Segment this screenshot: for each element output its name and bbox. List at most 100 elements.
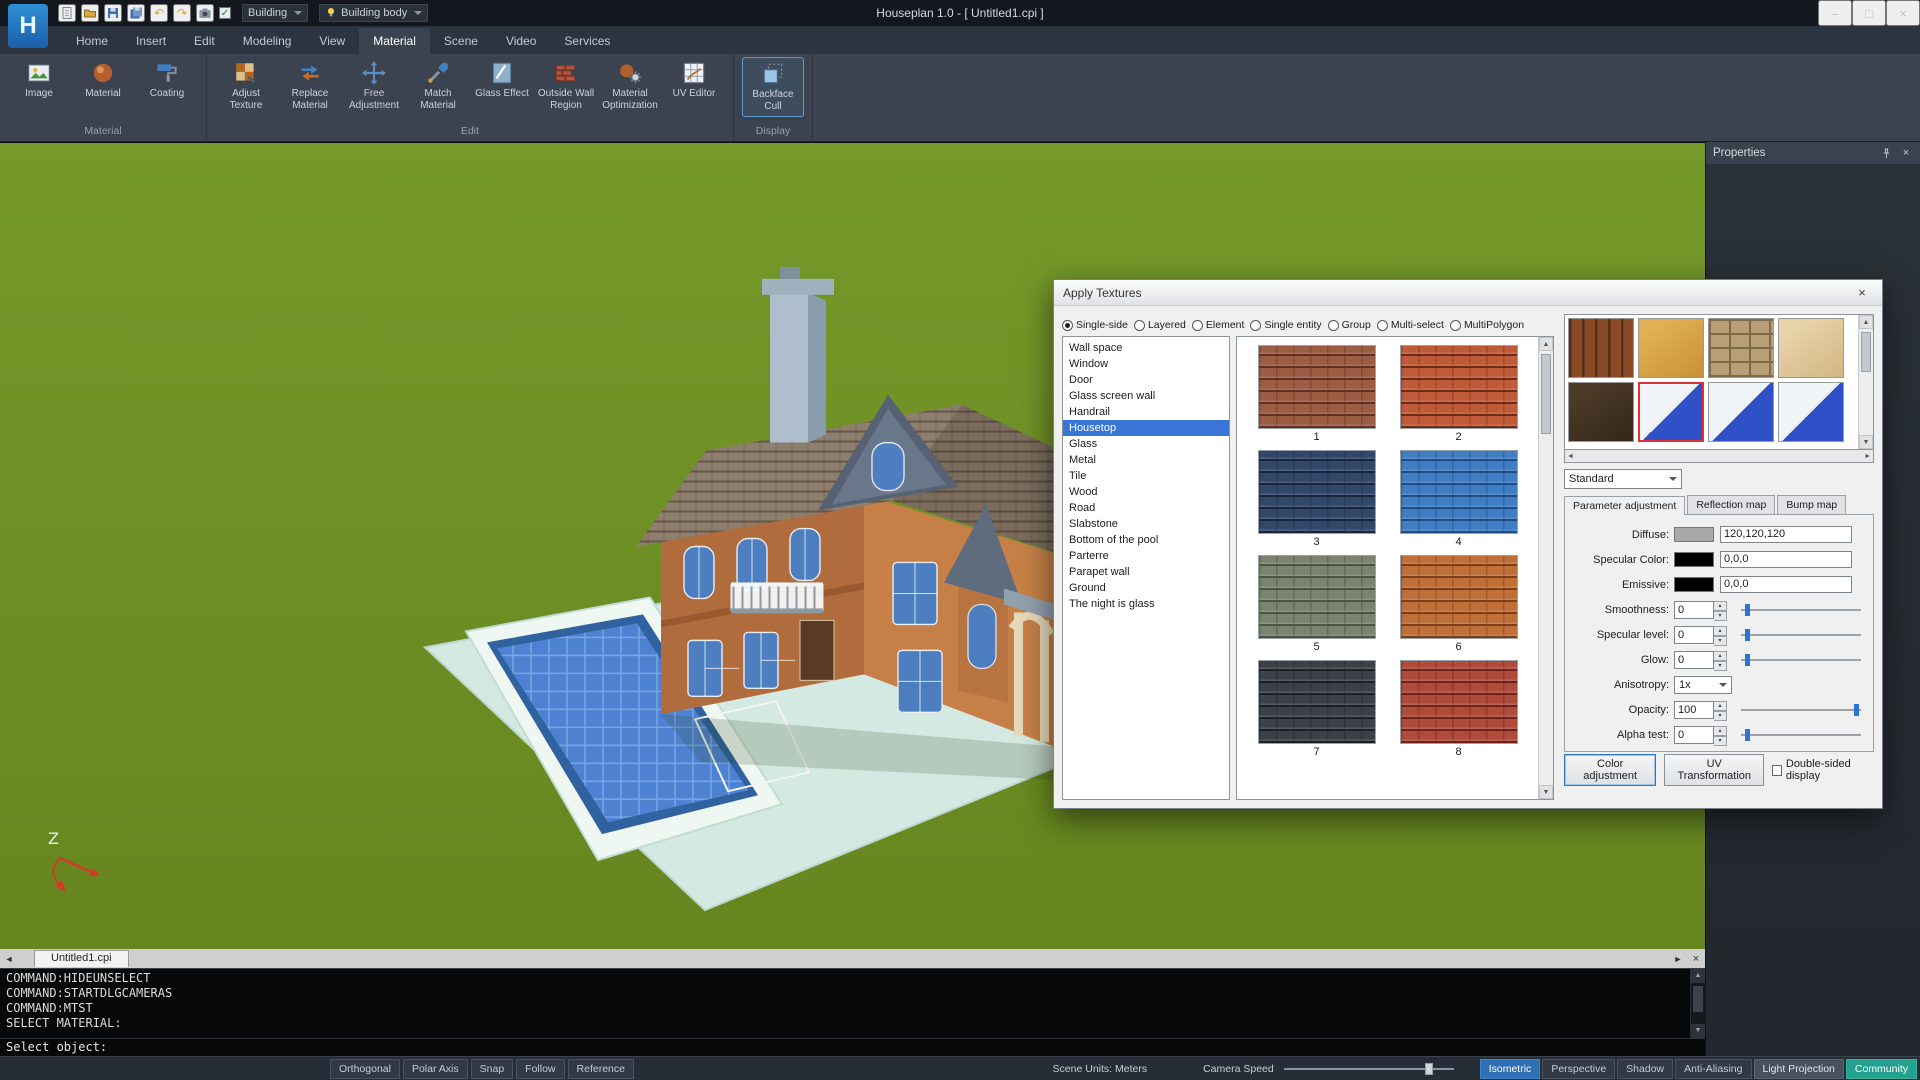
category-item[interactable]: Metal	[1063, 452, 1229, 468]
category-item[interactable]: The night is glass	[1063, 596, 1229, 612]
save-all-icon[interactable]	[127, 4, 145, 22]
new-file-icon[interactable]	[58, 4, 76, 22]
scroll-thumb[interactable]	[1693, 986, 1703, 1012]
ribbon-tab[interactable]: Insert	[122, 28, 180, 54]
app-logo[interactable]: H	[8, 4, 48, 48]
redo-icon[interactable]: ↷	[173, 4, 191, 22]
status-toggle-button[interactable]: Orthogonal	[330, 1059, 400, 1079]
building-layer-select[interactable]: Building	[242, 4, 308, 22]
category-item[interactable]: Parapet wall	[1063, 564, 1229, 580]
texture-thumbnail[interactable]: 2	[1397, 345, 1521, 446]
material-optimization-button[interactable]: Material Optimization	[599, 57, 661, 115]
diffuse-value-field[interactable]: 120,120,120	[1720, 526, 1852, 543]
spinner[interactable]: ▴▾	[1714, 601, 1727, 619]
scroll-thumb[interactable]	[1541, 354, 1551, 434]
spinner[interactable]: ▴▾	[1714, 626, 1727, 644]
parameter-tab[interactable]: Bump map	[1777, 495, 1846, 514]
category-item[interactable]: Wood	[1063, 484, 1229, 500]
pin-icon[interactable]	[1879, 146, 1893, 160]
texture-thumbnail[interactable]: 1	[1255, 345, 1379, 446]
texture-thumbnail[interactable]: 3	[1255, 450, 1379, 551]
command-prompt[interactable]: Select object:	[0, 1038, 1705, 1056]
category-item[interactable]: Glass screen wall	[1063, 388, 1229, 404]
ribbon-tab[interactable]: Home	[62, 28, 122, 54]
ribbon-tab[interactable]: Material	[359, 28, 430, 54]
scroll-down-icon[interactable]: ▼	[1539, 785, 1553, 799]
mode-radio[interactable]: Multi-select	[1377, 319, 1444, 331]
emissive-value-field[interactable]: 0,0,0	[1720, 576, 1852, 593]
specular-level-slider[interactable]	[1741, 628, 1861, 642]
mode-radio[interactable]: Single-side	[1062, 319, 1128, 331]
palette-swatch[interactable]	[1638, 318, 1704, 378]
outside-wall-region-button[interactable]: Outside Wall Region	[535, 57, 597, 115]
ribbon-tab[interactable]: Modeling	[229, 28, 306, 54]
category-item[interactable]: Slabstone	[1063, 516, 1229, 532]
parameter-tab[interactable]: Reflection map	[1687, 495, 1775, 514]
glow-field[interactable]: 0	[1674, 651, 1714, 669]
glass-effect-button[interactable]: Glass Effect	[471, 57, 533, 103]
ribbon-tab[interactable]: Scene	[430, 28, 492, 54]
category-item[interactable]: Ground	[1063, 580, 1229, 596]
mode-radio[interactable]: MultiPolygon	[1450, 319, 1524, 331]
specular-level-field[interactable]: 0	[1674, 626, 1714, 644]
match-material-button[interactable]: Match Material	[407, 57, 469, 115]
scroll-up-icon[interactable]: ▲	[1691, 969, 1705, 983]
status-view-button[interactable]: Anti-Aliasing	[1675, 1059, 1751, 1079]
palette-swatch[interactable]	[1708, 318, 1774, 378]
ribbon-tab[interactable]: Video	[492, 28, 550, 54]
file-tab-close-icon[interactable]: ×	[1687, 953, 1705, 965]
ribbon-tab[interactable]: Services	[550, 28, 624, 54]
slider-handle[interactable]	[1854, 704, 1859, 716]
palette-swatch[interactable]	[1638, 382, 1704, 442]
category-item[interactable]: Door	[1063, 372, 1229, 388]
category-item[interactable]: Wall space	[1063, 340, 1229, 356]
smoothness-slider[interactable]	[1741, 603, 1861, 617]
status-view-button[interactable]: Community	[1846, 1059, 1917, 1079]
console-scrollbar[interactable]: ▲ ▼	[1690, 969, 1705, 1038]
image-button[interactable]: Image	[8, 57, 70, 103]
scroll-up-icon[interactable]: ▲	[1859, 315, 1873, 329]
undo-icon[interactable]: ↶	[150, 4, 168, 22]
close-button[interactable]: ×	[1886, 0, 1920, 26]
status-view-button[interactable]: Perspective	[1542, 1059, 1615, 1079]
color-adjustment-button[interactable]: Color adjustment	[1564, 754, 1656, 786]
palette-swatch[interactable]	[1568, 382, 1634, 442]
free-adjustment-button[interactable]: Free Adjustment	[343, 57, 405, 115]
open-file-icon[interactable]	[81, 4, 99, 22]
status-view-button[interactable]: Isometric	[1480, 1059, 1541, 1079]
building-visibility-checkbox[interactable]: ✓	[219, 7, 231, 19]
mode-radio[interactable]: Layered	[1134, 319, 1186, 331]
opacity-slider[interactable]	[1741, 703, 1861, 717]
alpha-test-slider[interactable]	[1741, 728, 1861, 742]
status-toggle-button[interactable]: Snap	[471, 1059, 514, 1079]
ribbon-tab[interactable]: Edit	[180, 28, 229, 54]
texture-thumbnail[interactable]: 4	[1397, 450, 1521, 551]
material-button[interactable]: Material	[72, 57, 134, 103]
palette-swatch[interactable]	[1708, 382, 1774, 442]
building-body-select[interactable]: Building body	[319, 4, 428, 22]
smoothness-field[interactable]: 0	[1674, 601, 1714, 619]
glow-slider[interactable]	[1741, 653, 1861, 667]
console-log[interactable]: COMMAND:HIDEUNSELECTCOMMAND:STARTDLGCAME…	[0, 969, 1690, 1038]
replace-material-button[interactable]: Replace Material	[279, 57, 341, 115]
backface-cull-button[interactable]: Backface Cull	[742, 57, 804, 117]
dialog-titlebar[interactable]: Apply Textures ×	[1054, 280, 1882, 306]
specular-color-field[interactable]: 0,0,0	[1720, 551, 1852, 568]
anisotropy-select[interactable]: 1x	[1674, 676, 1732, 694]
category-item[interactable]: Parterre	[1063, 548, 1229, 564]
opacity-field[interactable]: 100	[1674, 701, 1714, 719]
palette-swatch[interactable]	[1778, 318, 1844, 378]
parameter-tab[interactable]: Parameter adjustment	[1564, 496, 1685, 515]
palette-vscrollbar[interactable]: ▲ ▼	[1858, 315, 1873, 449]
spinner[interactable]: ▴▾	[1714, 726, 1727, 744]
uv-transformation-button[interactable]: UV Transformation	[1664, 754, 1764, 786]
category-item[interactable]: Tile	[1063, 468, 1229, 484]
ribbon-tab[interactable]: View	[305, 28, 359, 54]
save-icon[interactable]	[104, 4, 122, 22]
camera-speed-handle[interactable]	[1425, 1063, 1433, 1075]
category-item[interactable]: Glass	[1063, 436, 1229, 452]
scroll-thumb[interactable]	[1861, 332, 1871, 372]
texture-scrollbar[interactable]: ▲ ▼	[1538, 337, 1553, 799]
scroll-up-icon[interactable]: ▲	[1539, 337, 1553, 351]
palette-swatch[interactable]	[1568, 318, 1634, 378]
